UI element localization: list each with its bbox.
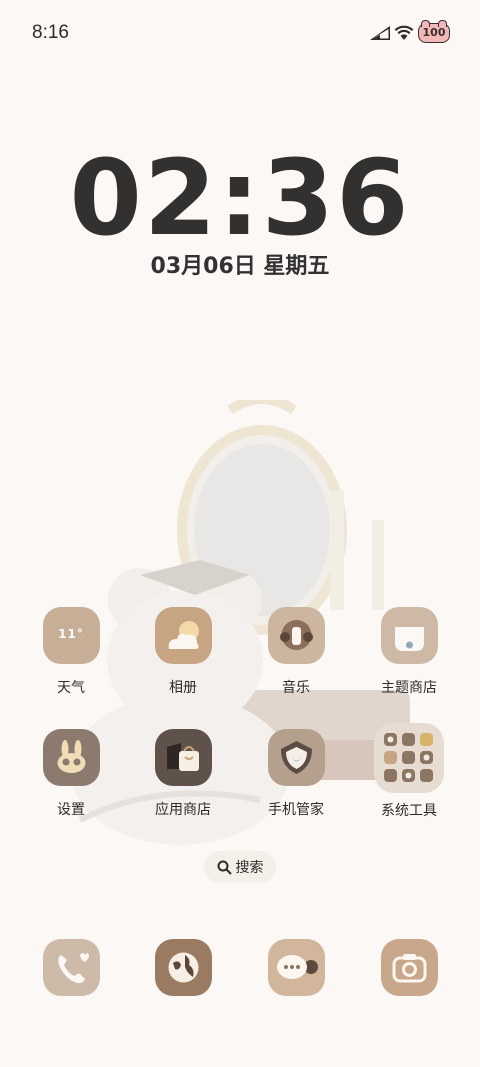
app-label: 主题商店 <box>381 680 437 696</box>
camera-icon <box>381 939 438 996</box>
weather-temperature: 11° <box>58 627 84 641</box>
app-label: 天气 <box>57 680 85 696</box>
dock-browser[interactable] <box>155 939 212 996</box>
lockscreen-clock[interactable]: 02:36 <box>0 138 480 258</box>
search-icon <box>217 860 232 875</box>
theme-store-icon <box>380 607 438 664</box>
lockscreen-date: 03月06日 星期五 <box>150 254 330 279</box>
weather-icon: 11° <box>42 607 100 664</box>
dock-camera[interactable] <box>381 939 438 996</box>
app-label: 系统工具 <box>381 803 437 819</box>
app-label: 手机管家 <box>268 802 324 818</box>
app-theme-store[interactable]: 主题商店 <box>353 607 465 697</box>
battery-indicator: 100 <box>418 20 450 43</box>
search-label: 搜索 <box>235 860 264 876</box>
settings-bunny-icon <box>42 729 100 786</box>
messages-icon <box>268 939 325 996</box>
dock-phone[interactable] <box>43 939 100 996</box>
search-button[interactable]: 搜索 <box>204 851 276 883</box>
app-label: 应用商店 <box>155 802 211 818</box>
app-store-bag-icon <box>154 729 212 786</box>
app-app-store[interactable]: 应用商店 <box>127 729 239 819</box>
app-music[interactable]: 音乐 <box>240 607 352 697</box>
app-phone-manager[interactable]: 手机管家 <box>240 729 352 819</box>
cellular-signal-icon <box>370 26 390 40</box>
app-label: 音乐 <box>282 680 310 696</box>
status-bar: 8:16 100 <box>0 0 480 68</box>
app-system-tools-folder[interactable]: 系统工具 <box>353 723 465 820</box>
system-tools-folder-icon <box>374 723 444 793</box>
music-icon <box>267 607 325 664</box>
app-label: 相册 <box>169 680 197 696</box>
status-time: 8:16 <box>32 22 69 43</box>
app-settings[interactable]: 设置 <box>15 729 127 819</box>
phone-icon <box>43 939 100 996</box>
phone-manager-shield-icon <box>267 729 325 786</box>
gallery-cloud-icon <box>154 607 212 664</box>
app-label: 设置 <box>57 802 85 818</box>
wifi-icon <box>394 25 414 40</box>
dock-messages[interactable] <box>268 939 325 996</box>
app-weather[interactable]: 11° 天气 <box>15 607 127 697</box>
browser-globe-icon <box>155 939 212 996</box>
app-gallery[interactable]: 相册 <box>127 607 239 697</box>
